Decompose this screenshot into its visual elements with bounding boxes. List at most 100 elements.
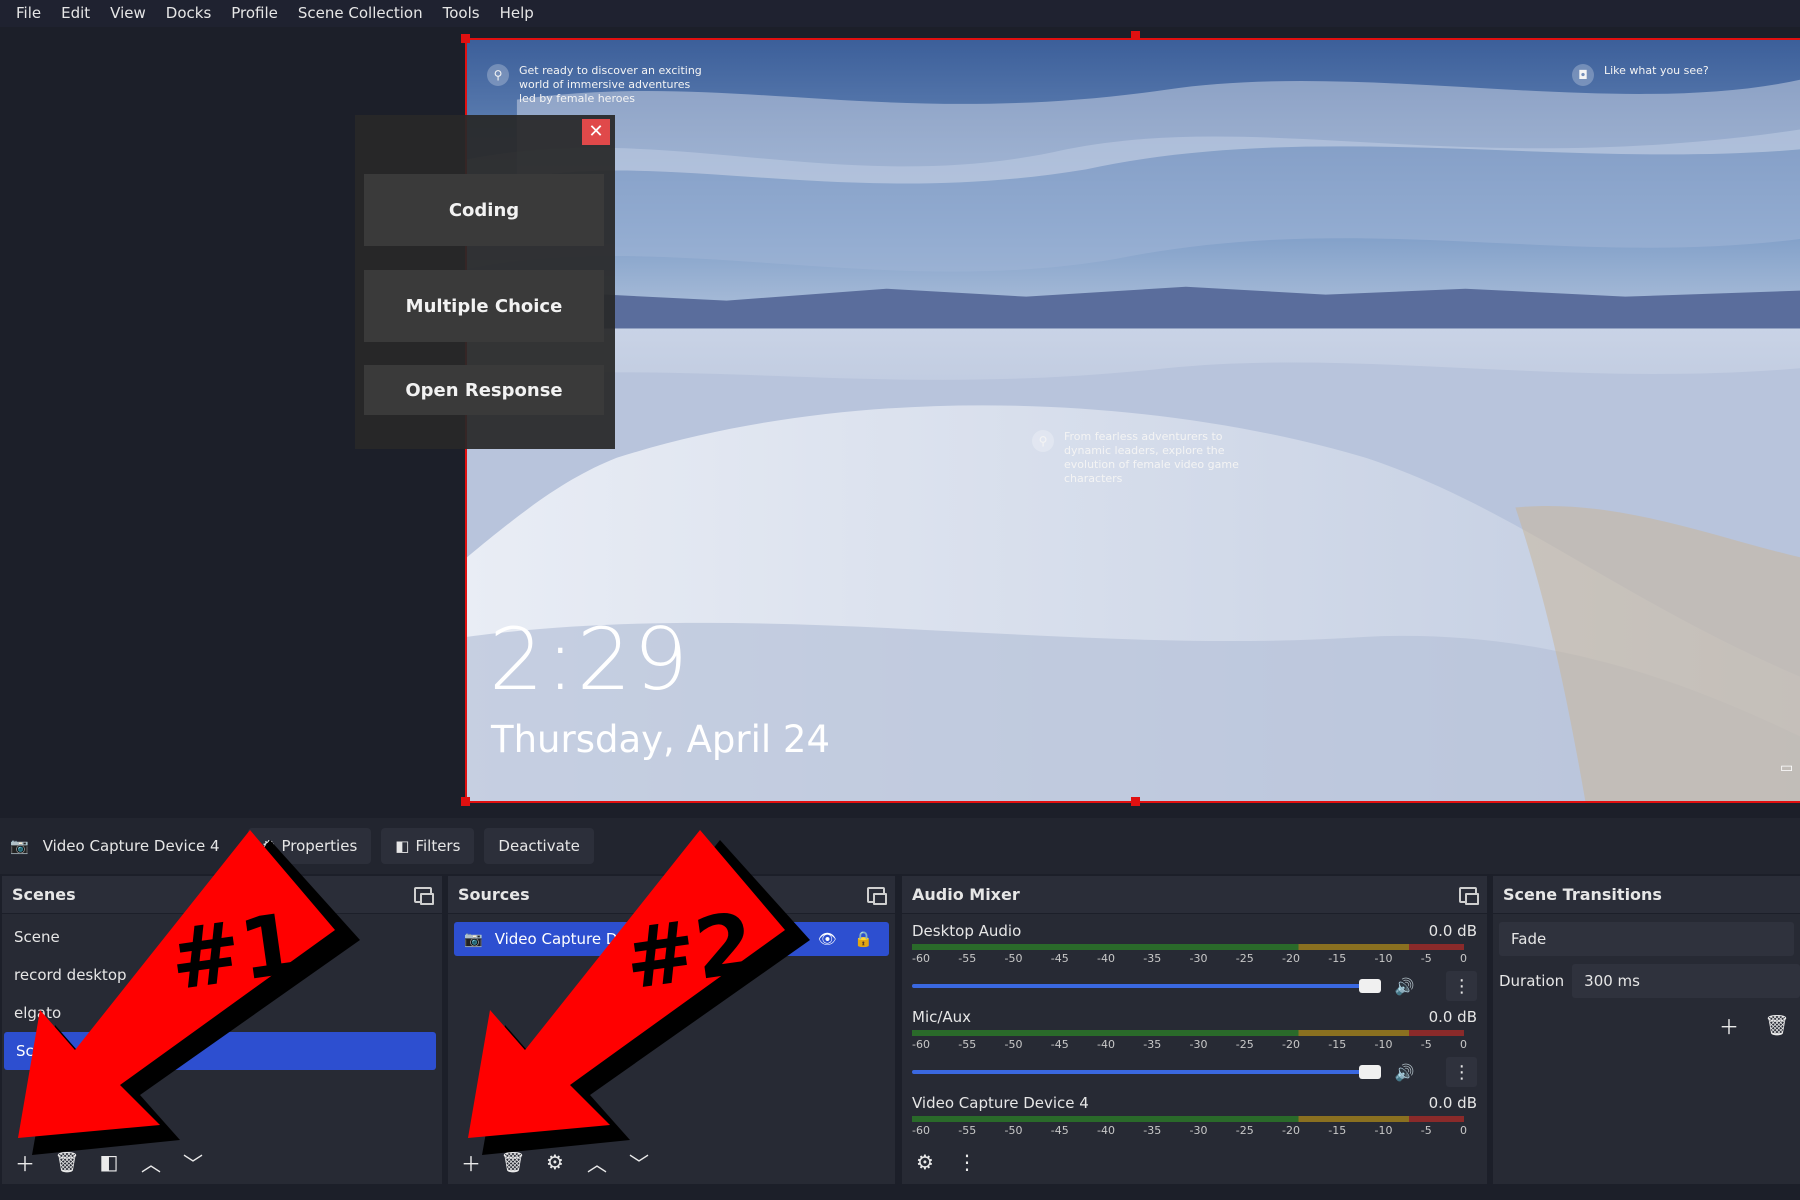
meter-tick: -10 (1374, 1038, 1393, 1051)
scene-item[interactable]: elgato (2, 994, 442, 1032)
volume-row: 🔊 ⋮ (912, 1057, 1477, 1087)
menu-bar: File Edit View Docks Profile Scene Colle… (0, 0, 1800, 27)
advanced-audio-button[interactable]: ⚙ (908, 1145, 942, 1179)
duration-row: Duration 300 ms (1493, 964, 1800, 998)
scene-filters-button[interactable]: ◧ (92, 1145, 126, 1179)
scene-item[interactable]: Scene (2, 918, 442, 956)
remove-transition-button[interactable]: 🗑 (1760, 1008, 1794, 1042)
resize-handle-bottom[interactable] (1131, 797, 1140, 806)
menu-docks[interactable]: Docks (156, 0, 221, 27)
selected-source: 📷 Video Capture Device 4 (0, 837, 248, 855)
meter-tick: -45 (1050, 1038, 1069, 1051)
deactivate-button[interactable]: Deactivate (484, 828, 594, 864)
channel-menu-icon[interactable]: ⋮ (1446, 1057, 1477, 1087)
resize-handle-bottom-left[interactable] (461, 797, 470, 806)
chevron-down-icon: ﹀ (183, 1151, 203, 1176)
trash-icon: 🗑 (1764, 1013, 1790, 1037)
filters-button[interactable]: ◧ Filters (381, 828, 475, 864)
duration-label: Duration (1499, 972, 1565, 990)
scenes-dock: Scenes Scene record desktop elgato Scer … (2, 876, 442, 1184)
resize-handle-top-left[interactable] (461, 34, 470, 43)
add-transition-button[interactable]: ＋ (1712, 1008, 1746, 1042)
move-source-up-button[interactable]: ︿ (580, 1145, 614, 1179)
tip-top-left[interactable]: ⚲ Get ready to discover an exciting worl… (487, 64, 707, 106)
mixer-menu-button[interactable]: ⋮ (950, 1145, 984, 1179)
tip-top-right[interactable]: ◘ Like what you see? (1572, 64, 1772, 86)
gear-icon: ⚙ (262, 837, 276, 855)
mixer-footer: ⚙ ⋮ (902, 1140, 1487, 1184)
meter-tick: -25 (1235, 952, 1254, 965)
move-scene-down-button[interactable]: ﹀ (176, 1145, 210, 1179)
volume-row: 🔊 ⋮ (912, 971, 1477, 1001)
lock-icon[interactable]: 🔒 (854, 930, 873, 948)
volume-slider-thumb[interactable] (1358, 979, 1381, 993)
tip-top-right-text: Like what you see? (1604, 64, 1709, 77)
eye-icon[interactable]: 👁 (818, 930, 837, 948)
scene-transitions-dock: Scene Transitions Fade Duration 300 ms ＋… (1493, 876, 1800, 1184)
meter-tick: -55 (958, 1038, 977, 1051)
monitor-icon: ▭ (1780, 760, 1794, 776)
scene-item[interactable]: record desktop (2, 956, 442, 994)
remove-scene-button[interactable]: 🗑 (50, 1145, 84, 1179)
coding-button[interactable]: Coding (364, 174, 604, 246)
source-item[interactable]: 📷 Video Capture De 👁 🔒 (454, 922, 889, 956)
chevron-down-icon: ﹀ (629, 1151, 649, 1176)
volume-meter (912, 944, 1464, 950)
move-source-down-button[interactable]: ﹀ (622, 1145, 656, 1179)
meter-tick: -30 (1189, 1124, 1208, 1137)
move-scene-up-button[interactable]: ︿ (134, 1145, 168, 1179)
meter-tick: -15 (1328, 1038, 1347, 1051)
speaker-icon[interactable]: 🔊 (1395, 977, 1415, 996)
undock-icon[interactable] (414, 886, 434, 905)
channel-name: Desktop Audio (912, 922, 1022, 940)
meter-tick: -50 (1004, 1124, 1023, 1137)
speaker-icon[interactable]: 🔊 (1395, 1063, 1415, 1082)
add-scene-button[interactable]: ＋ (8, 1145, 42, 1179)
add-source-button[interactable]: ＋ (454, 1145, 488, 1179)
resize-handle-top[interactable] (1131, 31, 1140, 40)
source-properties-button[interactable]: ⚙ (538, 1145, 572, 1179)
open-response-button[interactable]: Open Response (364, 365, 604, 415)
meter-tick: -40 (1097, 952, 1115, 965)
properties-label: Properties (281, 837, 358, 855)
plus-icon: ＋ (461, 1151, 481, 1176)
transition-select[interactable]: Fade (1499, 922, 1794, 956)
lockscreen-time: 2:29 (489, 610, 691, 710)
volume-slider[interactable] (912, 979, 1381, 993)
properties-button[interactable]: ⚙ Properties (248, 828, 372, 864)
scenes-footer: ＋ 🗑 ◧ ︿ ﹀ (2, 1140, 442, 1184)
meter-tick: -20 (1282, 1124, 1300, 1137)
meter-tick: -50 (1004, 952, 1023, 965)
volume-slider[interactable] (912, 1065, 1381, 1079)
menu-tools[interactable]: Tools (433, 0, 490, 27)
source-toolbar: 📷 Video Capture Device 4 ⚙ Properties ◧ … (0, 818, 1800, 874)
deactivate-label: Deactivate (498, 837, 580, 855)
menu-file[interactable]: File (6, 0, 51, 27)
menu-scene-collection[interactable]: Scene Collection (288, 0, 433, 27)
duration-input[interactable]: 300 ms (1572, 964, 1800, 998)
chevron-up-icon: ︿ (587, 1151, 607, 1176)
undock-icon[interactable] (1459, 886, 1479, 905)
remove-source-button[interactable]: 🗑 (496, 1145, 530, 1179)
menu-help[interactable]: Help (490, 0, 544, 27)
menu-view[interactable]: View (100, 0, 156, 27)
multiple-choice-button[interactable]: Multiple Choice (364, 270, 604, 342)
filters-label: Filters (415, 837, 461, 855)
volume-meter (912, 1030, 1464, 1036)
sources-footer: ＋ 🗑 ⚙ ︿ ﹀ (448, 1140, 895, 1184)
sources-dock: Sources 📷 Video Capture De 👁 🔒 ＋ 🗑 ⚙ ︿ ﹀ (448, 876, 895, 1184)
undock-icon[interactable] (867, 886, 887, 905)
meter-tick: -45 (1050, 1124, 1069, 1137)
meter-tick: -40 (1097, 1038, 1115, 1051)
chevron-up-icon: ︿ (141, 1151, 161, 1176)
search-icon: ⚲ (1032, 430, 1054, 452)
meter-tick: -15 (1328, 1124, 1347, 1137)
popup-close-button[interactable]: ✕ (582, 119, 610, 145)
menu-edit[interactable]: Edit (51, 0, 100, 27)
menu-profile[interactable]: Profile (221, 0, 288, 27)
channel-menu-icon[interactable]: ⋮ (1446, 971, 1477, 1001)
volume-slider-thumb[interactable] (1358, 1065, 1381, 1079)
scene-item-selected[interactable]: Scer (4, 1032, 436, 1070)
tip-middle[interactable]: ⚲ From fearless adventurers to dynamic l… (1032, 430, 1262, 486)
preview-canvas[interactable]: ⚲ Get ready to discover an exciting worl… (465, 38, 1800, 803)
